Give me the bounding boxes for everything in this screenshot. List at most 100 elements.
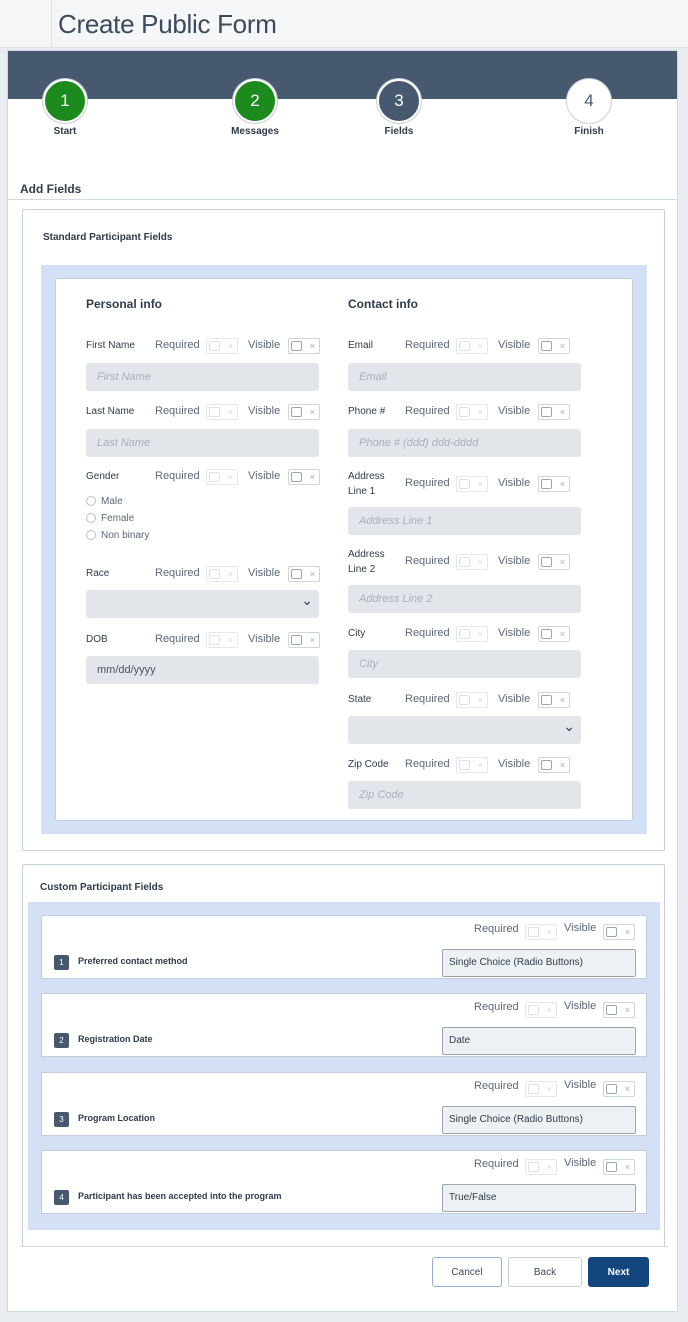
custom-field-required-toggle[interactable]: × — [525, 924, 557, 940]
step-circle: 1 — [43, 79, 87, 123]
toggle-knob — [459, 760, 470, 770]
step-label: Fields — [384, 126, 414, 137]
custom-field-type: Single Choice (Radio Buttons) — [442, 949, 636, 977]
race-required-toggle[interactable]: × — [206, 566, 238, 582]
toggle-knob — [541, 557, 552, 567]
email-visible-toggle[interactable]: × — [538, 338, 570, 354]
page-title: Create Public Form — [58, 9, 277, 39]
race-visible-toggle[interactable]: × — [288, 566, 320, 582]
address-line-2-visible-toggle[interactable]: × — [538, 554, 570, 570]
toggle-knob — [606, 1084, 617, 1094]
visible-label: Visible — [498, 693, 531, 705]
first-name-input[interactable]: First Name — [86, 363, 319, 391]
custom-field-card[interactable]: Required × Visible × 1 Preferred contact… — [41, 915, 647, 979]
race-label: Race — [86, 568, 110, 579]
first-name-required-toggle[interactable]: × — [206, 338, 238, 354]
last-name-input[interactable]: Last Name — [86, 429, 319, 457]
gender-required-toggle[interactable]: × — [206, 469, 238, 485]
gender-option-label: Male — [101, 496, 123, 507]
next-button[interactable]: Next — [588, 1257, 649, 1287]
zip-code-required-toggle[interactable]: × — [456, 757, 488, 773]
custom-field-visible-toggle[interactable]: × — [603, 1081, 635, 1097]
address-line-2-input[interactable]: Address Line 2 — [348, 585, 581, 613]
phone-visible-toggle[interactable]: × — [538, 404, 570, 420]
toggle-knob — [459, 407, 470, 417]
close-icon: × — [477, 557, 483, 567]
custom-field-visible-toggle[interactable]: × — [603, 1159, 635, 1175]
custom-field-card[interactable]: Required × Visible × 3 Program Location … — [41, 1072, 647, 1136]
state-visible-toggle[interactable]: × — [538, 692, 570, 708]
city-input[interactable]: City — [348, 650, 581, 678]
first-name-visible-toggle[interactable]: × — [288, 338, 320, 354]
visible-label: Visible — [498, 758, 531, 770]
zip-code-visible-toggle[interactable]: × — [538, 757, 570, 773]
gender-option-female[interactable]: Female — [86, 513, 134, 524]
address-line-2-required-toggle[interactable]: × — [456, 554, 488, 570]
required-label: Required — [405, 339, 450, 351]
step-messages[interactable]: 2 Messages — [205, 79, 305, 137]
address-line-1-visible-toggle[interactable]: × — [538, 476, 570, 492]
dob-required-toggle[interactable]: × — [206, 632, 238, 648]
dob-visible-toggle[interactable]: × — [288, 632, 320, 648]
step-fields[interactable]: 3 Fields — [349, 79, 449, 137]
close-icon: × — [559, 557, 565, 567]
close-icon: × — [546, 927, 552, 937]
gender-option-male[interactable]: Male — [86, 496, 123, 507]
toggle-knob — [528, 927, 539, 937]
city-required-toggle[interactable]: × — [456, 626, 488, 642]
required-label: Required — [474, 1080, 519, 1092]
step-start[interactable]: 1 Start — [15, 79, 115, 137]
standard-fields-panel: Personal info First Name Required × Visi… — [41, 265, 647, 834]
custom-field-required-toggle[interactable]: × — [525, 1159, 557, 1175]
toggle-knob — [291, 569, 302, 579]
toggle-knob — [541, 629, 552, 639]
custom-field-required-toggle[interactable]: × — [525, 1002, 557, 1018]
close-icon: × — [227, 635, 233, 645]
toggle-knob — [541, 695, 552, 705]
email-required-toggle[interactable]: × — [456, 338, 488, 354]
close-icon: × — [559, 341, 565, 351]
toggle-knob — [528, 1005, 539, 1015]
custom-field-required-toggle[interactable]: × — [525, 1081, 557, 1097]
close-icon: × — [309, 407, 315, 417]
close-icon: × — [624, 1162, 630, 1172]
last-name-visible-toggle[interactable]: × — [288, 404, 320, 420]
standard-fields-title: Standard Participant Fields — [43, 232, 173, 243]
last-name-required-toggle[interactable]: × — [206, 404, 238, 420]
address-line-1-input[interactable]: Address Line 1 — [348, 507, 581, 535]
gender-visible-toggle[interactable]: × — [288, 469, 320, 485]
city-visible-toggle[interactable]: × — [538, 626, 570, 642]
custom-field-visible-toggle[interactable]: × — [603, 924, 635, 940]
cancel-button[interactable]: Cancel — [432, 1257, 502, 1287]
step-finish[interactable]: 4 Finish — [539, 79, 639, 137]
close-icon: × — [477, 760, 483, 770]
phone-required-toggle[interactable]: × — [456, 404, 488, 420]
toggle-knob — [541, 760, 552, 770]
custom-field-card[interactable]: Required × Visible × 2 Registration Date… — [41, 993, 647, 1057]
state-required-toggle[interactable]: × — [456, 692, 488, 708]
first-name-label: First Name — [86, 340, 135, 351]
required-label: Required — [474, 1001, 519, 1013]
required-label: Required — [155, 470, 200, 482]
zip-code-input[interactable]: Zip Code — [348, 781, 581, 809]
toggle-knob — [209, 472, 220, 482]
radio-icon — [86, 496, 96, 506]
close-icon: × — [477, 407, 483, 417]
required-label: Required — [474, 923, 519, 935]
toggle-knob — [209, 407, 220, 417]
visible-label: Visible — [564, 1000, 597, 1012]
required-label: Required — [155, 633, 200, 645]
custom-field-card[interactable]: Required × Visible × 4 Participant has b… — [41, 1150, 647, 1214]
dob-input[interactable]: mm/dd/yyyy — [86, 656, 319, 684]
custom-field-number-badge: 3 — [54, 1112, 69, 1127]
state-select[interactable] — [348, 712, 581, 744]
back-button[interactable]: Back — [508, 1257, 582, 1287]
custom-field-visible-toggle[interactable]: × — [603, 1002, 635, 1018]
gender-option-non-binary[interactable]: Non binary — [86, 530, 149, 541]
phone-input[interactable]: Phone # (ddd) ddd-dddd — [348, 429, 581, 457]
top-bar: Create Public Form — [0, 0, 688, 48]
address-line-1-required-toggle[interactable]: × — [456, 476, 488, 492]
race-select[interactable] — [86, 586, 319, 618]
email-input[interactable]: Email — [348, 363, 581, 391]
toggle-knob — [291, 341, 302, 351]
